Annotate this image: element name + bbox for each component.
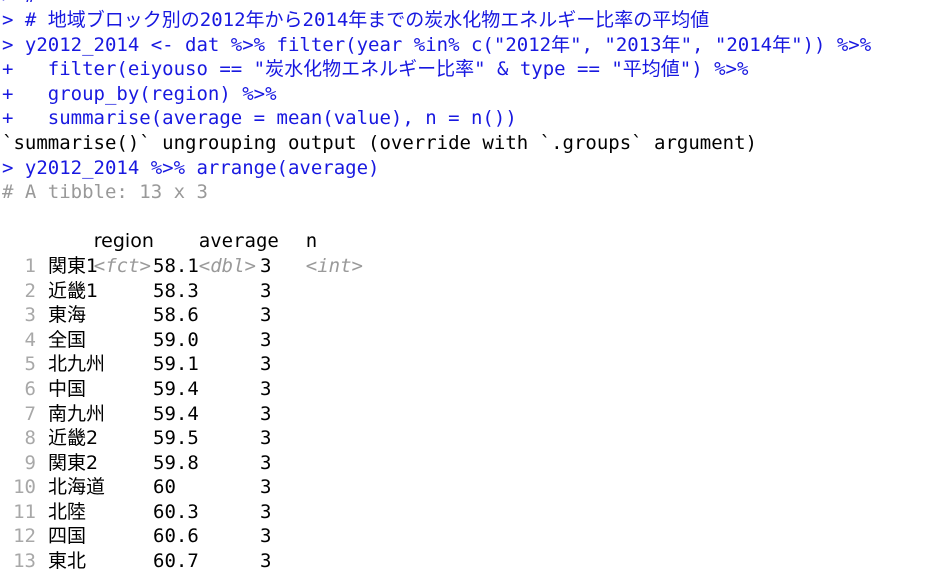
row-n: 3 xyxy=(260,254,272,277)
console-line-assignment: > y2012_2014 <- dat %>% filter(year %in%… xyxy=(2,33,872,56)
table-row: 4 全国 59.0 3 xyxy=(0,328,947,353)
row-n: 3 xyxy=(260,525,272,548)
console-line-arrange: > y2012_2014 %>% arrange(average) xyxy=(2,156,380,179)
row-region: 東北 xyxy=(48,550,87,573)
row-n: 3 xyxy=(260,427,272,450)
table-row: 9 関東2 59.8 3 xyxy=(0,451,947,476)
row-index: 10 xyxy=(13,476,36,499)
table-row: 11 北陸 60.3 3 xyxy=(0,500,947,525)
row-index: 1 xyxy=(24,254,36,277)
row-region: 北海道 xyxy=(48,476,106,499)
console-line-comment: > # 地域ブロック別の2012年から2014年までの炭水化物エネルギー比率の平… xyxy=(2,9,710,31)
tibble-header-index xyxy=(48,229,82,254)
console-line-text: > # xyxy=(2,0,36,8)
table-row: 12 四国 60.6 3 xyxy=(0,524,947,549)
row-index: 5 xyxy=(24,353,36,376)
row-n: 3 xyxy=(260,402,272,425)
tibble-header-average: average xyxy=(198,230,279,253)
row-index: 2 xyxy=(24,279,36,302)
row-average: 59.0 xyxy=(153,328,199,351)
row-n: 3 xyxy=(260,476,272,499)
row-n: 3 xyxy=(260,500,272,523)
row-n: 3 xyxy=(260,451,272,474)
row-average: 60.3 xyxy=(153,500,199,523)
row-average: 60.7 xyxy=(153,550,199,573)
tibble-header-n: n xyxy=(305,230,318,253)
row-index: 4 xyxy=(24,328,36,351)
row-region: 関東2 xyxy=(48,451,99,474)
row-index: 8 xyxy=(24,427,36,450)
row-average: 59.4 xyxy=(153,377,199,400)
row-n: 3 xyxy=(260,304,272,327)
row-n: 3 xyxy=(260,279,272,302)
console-line-ungroup-notice: `summarise()` ungrouping output (overrid… xyxy=(2,131,757,154)
table-row: 13 東北 60.7 3 xyxy=(0,549,947,574)
row-index: 12 xyxy=(13,525,36,548)
row-region: 近畿2 xyxy=(48,427,99,450)
row-region: 関東1 xyxy=(48,254,99,277)
row-average: 60.6 xyxy=(153,525,199,548)
row-index: 7 xyxy=(24,402,36,425)
tibble-header-row: region average n xyxy=(0,205,947,252)
console-line-summarise: + summarise(average = mean(value), n = n… xyxy=(2,107,517,130)
console-line-group-by: + group_by(region) %>% xyxy=(2,82,277,105)
table-row: 2 近畿1 58.3 3 xyxy=(0,279,947,304)
row-region: 近畿1 xyxy=(48,279,99,302)
row-region: 北九州 xyxy=(48,353,106,376)
row-average: 59.1 xyxy=(153,353,199,376)
row-average: 58.6 xyxy=(153,304,199,327)
row-average: 60 xyxy=(153,476,176,499)
row-region: 北陸 xyxy=(48,500,87,523)
row-index: 13 xyxy=(13,550,36,573)
row-index: 9 xyxy=(24,451,36,474)
row-n: 3 xyxy=(260,328,272,351)
r-console[interactable]: > # > # 地域ブロック別の2012年から2014年までの炭水化物エネルギー… xyxy=(0,0,947,572)
console-line-filter: + filter(eiyouso == "炭水化物エネルギー比率" & type… xyxy=(2,58,749,81)
row-region: 東海 xyxy=(48,304,87,327)
row-index: 11 xyxy=(13,500,36,523)
row-index: 3 xyxy=(24,304,36,327)
row-region: 中国 xyxy=(48,377,87,400)
table-row: 6 中国 59.4 3 xyxy=(0,377,947,402)
tibble-summary: # A tibble: 13 x 3 xyxy=(2,181,208,204)
row-region: 全国 xyxy=(48,328,87,351)
table-row: 1 関東1 58.1 3 xyxy=(0,254,947,279)
row-average: 59.4 xyxy=(153,402,199,425)
tibble-type-n: <int> xyxy=(305,254,363,277)
tibble-header-region: region xyxy=(93,230,154,253)
row-n: 3 xyxy=(260,377,272,400)
row-average: 58.3 xyxy=(153,279,199,302)
row-region: 四国 xyxy=(48,525,87,548)
row-average: 58.1 xyxy=(153,254,199,277)
row-index: 6 xyxy=(24,377,36,400)
table-row: 5 北九州 59.1 3 xyxy=(0,352,947,377)
row-n: 3 xyxy=(260,550,272,573)
row-average: 59.8 xyxy=(153,451,199,474)
table-row: 8 近畿2 59.5 3 xyxy=(0,426,947,451)
table-row: 10 北海道 60 3 xyxy=(0,475,947,500)
console-line-clipped: > # xyxy=(0,0,947,8)
table-row: 3 東海 58.6 3 xyxy=(0,303,947,328)
row-region: 南九州 xyxy=(48,402,106,425)
table-row: 7 南九州 59.4 3 xyxy=(0,402,947,427)
row-average: 59.5 xyxy=(153,427,199,450)
row-n: 3 xyxy=(260,353,272,376)
